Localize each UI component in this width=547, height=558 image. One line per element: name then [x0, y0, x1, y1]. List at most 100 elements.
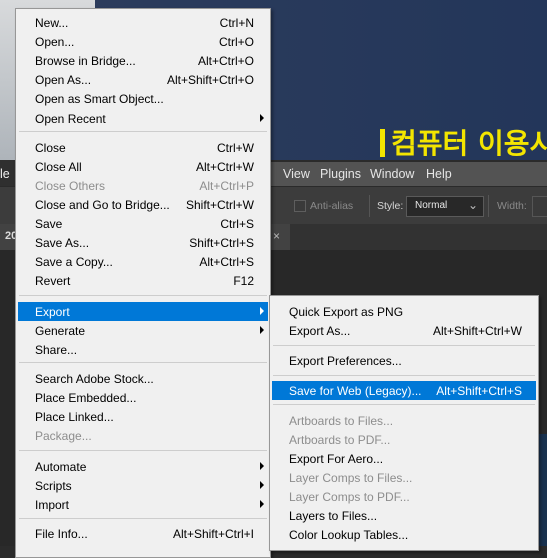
file-menu-item-label: Share... — [35, 343, 78, 357]
file-menu-item-label: Place Embedded... — [35, 391, 137, 405]
file-menu-item-label: Open As... — [35, 73, 92, 87]
file-menu-item-close-others: Close Others Alt+Ctrl+P — [18, 176, 268, 195]
file-menu-item-open-as[interactable]: Open As... Alt+Shift+Ctrl+O — [18, 70, 268, 89]
file-menu-item-label: Package... — [35, 429, 92, 443]
file-menu-item-label: Generate — [35, 324, 86, 338]
width-input[interactable] — [532, 196, 547, 217]
file-menu-item-file-info[interactable]: File Info... Alt+Shift+Ctrl+I — [18, 524, 268, 543]
file-menu-item-place-linked[interactable]: Place Linked... — [18, 407, 268, 426]
style-label: Style: — [377, 200, 404, 212]
file-menu-item-open-as-smart-object[interactable]: Open as Smart Object... — [18, 89, 268, 108]
file-menu-item-label: Automate — [35, 460, 87, 474]
file-menu-item-shortcut: Alt+Shift+Ctrl+I — [172, 527, 254, 541]
export-menu-item-export-as[interactable]: Export As... Alt+Shift+Ctrl+W — [272, 321, 536, 340]
menu-help[interactable]: Help — [426, 167, 452, 181]
export-menu-item-label: Save for Web (Legacy)... — [289, 384, 422, 398]
file-menu-item-label: New... — [35, 16, 69, 30]
file-menu-item-automate[interactable]: Automate — [18, 457, 268, 476]
export-menu-item-label: Layers to Files... — [289, 509, 378, 523]
options-divider — [369, 195, 370, 217]
export-menu-item-layers-to-files[interactable]: Layers to Files... — [272, 506, 536, 525]
file-menu-item-save-a-copy[interactable]: Save a Copy... Alt+Ctrl+S — [18, 252, 268, 271]
file-menu-item-label: Search Adobe Stock... — [35, 372, 154, 386]
file-menu-item-save[interactable]: Save Ctrl+S — [18, 214, 268, 233]
export-menu-item-color-lookup-tables[interactable]: Color Lookup Tables... — [272, 525, 536, 544]
file-menu-item-close-all[interactable]: Close All Alt+Ctrl+W — [18, 157, 268, 176]
export-menu-item-label: Artboards to Files... — [289, 414, 394, 428]
export-menu-item-quick-export-as-png[interactable]: Quick Export as PNG — [272, 302, 536, 321]
file-menu-item-shortcut: Shift+Ctrl+S — [189, 236, 254, 250]
menu-separator — [273, 404, 535, 405]
file-menu-item-close-and-go-to-bridge[interactable]: Close and Go to Bridge... Shift+Ctrl+W — [18, 195, 268, 214]
export-menu-item-label: Export Preferences... — [289, 354, 402, 368]
export-menu-item-export-preferences[interactable]: Export Preferences... — [272, 351, 536, 370]
chevron-down-icon: ⌄ — [467, 198, 478, 212]
file-menu: New... Ctrl+N Open... Ctrl+O Browse in Bridg… — [15, 8, 271, 558]
close-tab-icon[interactable]: × — [273, 229, 280, 243]
file-menu-item-package: Package... — [18, 426, 268, 445]
file-menu-item-place-embedded[interactable]: Place Embedded... — [18, 388, 268, 407]
file-menu-item-shortcut: Shift+Ctrl+W — [185, 198, 254, 212]
file-menu-item-generate[interactable]: Generate — [18, 321, 268, 340]
submenu-arrow-icon — [260, 307, 264, 315]
options-divider-2 — [488, 195, 489, 217]
file-menu-item-label: Close — [35, 141, 66, 155]
anti-alias-checkbox[interactable] — [294, 200, 306, 212]
file-menu-item-label: Place Linked... — [35, 410, 114, 424]
file-menu-item-label: Open Recent — [35, 112, 106, 126]
file-menu-item-open-recent[interactable]: Open Recent — [18, 109, 268, 128]
menu-plugins[interactable]: Plugins — [320, 167, 361, 181]
submenu-arrow-icon — [260, 500, 264, 508]
file-menu-item-label: Open... — [35, 35, 75, 49]
file-menu-item-open[interactable]: Open... Ctrl+O — [18, 32, 268, 51]
file-menu-item-shortcut: Alt+Ctrl+W — [195, 160, 254, 174]
export-menu-item-export-for-aero[interactable]: Export For Aero... — [272, 449, 536, 468]
file-menu-item-shortcut: Alt+Shift+Ctrl+O — [166, 73, 254, 87]
file-menu-item-label: Scripts — [35, 479, 72, 493]
style-select[interactable]: Normal ⌄ — [406, 196, 484, 217]
file-menu-item-shortcut: Ctrl+W — [217, 141, 254, 155]
file-menu-item-close[interactable]: Close Ctrl+W — [18, 138, 268, 157]
export-menu-item-label: Export As... — [289, 324, 351, 338]
file-menu-item-new[interactable]: New... Ctrl+N — [18, 13, 268, 32]
menu-window[interactable]: Window — [370, 167, 414, 181]
export-menu-item-label: Layer Comps to Files... — [289, 471, 413, 485]
width-label: Width: — [497, 200, 527, 212]
file-menu-item-browse-in-bridge[interactable]: Browse in Bridge... Alt+Ctrl+O — [18, 51, 268, 70]
file-menu-item-export[interactable]: Export — [18, 302, 268, 321]
file-menu-item-revert[interactable]: Revert F12 — [18, 271, 268, 290]
file-menu-item-scripts[interactable]: Scripts — [18, 476, 268, 495]
file-menu-item-shortcut: Ctrl+N — [219, 16, 254, 30]
anti-alias-label: Anti-alias — [310, 200, 354, 212]
file-menu-item-shortcut: F12 — [233, 274, 254, 288]
menu-separator — [19, 131, 267, 132]
export-menu-item-shortcut: Alt+Shift+Ctrl+S — [436, 384, 522, 398]
banner-text: 컴퓨터 이용시 — [380, 122, 547, 162]
file-menu-item-label: Import — [35, 498, 70, 512]
submenu-arrow-icon — [260, 114, 264, 122]
file-menu-item-search-adobe-stock[interactable]: Search Adobe Stock... — [18, 369, 268, 388]
export-menu-item-save-for-web-legacy[interactable]: Save for Web (Legacy)... Alt+Shift+Ctrl+S — [272, 381, 536, 400]
file-menu-item-share[interactable]: Share... — [18, 340, 268, 359]
file-menu-item-label: Open as Smart Object... — [35, 92, 164, 106]
export-menu-item-artboards-to-files: Artboards to Files... — [272, 411, 536, 430]
file-menu-item-save-as[interactable]: Save As... Shift+Ctrl+S — [18, 233, 268, 252]
export-menu-item-label: Color Lookup Tables... — [289, 528, 409, 542]
file-menu-item-shortcut: Ctrl+O — [218, 35, 254, 49]
export-menu-item-label: Export For Aero... — [289, 452, 384, 466]
export-menu-item-layer-comps-to-pdf: Layer Comps to PDF... — [272, 487, 536, 506]
menu-separator — [19, 362, 267, 363]
file-menu-item-shortcut: Alt+Ctrl+O — [197, 54, 254, 68]
export-menu-item-label: Layer Comps to PDF... — [289, 490, 410, 504]
export-submenu: Quick Export as PNG Export As... Alt+Shift… — [269, 295, 539, 551]
file-menu-item-label: Close and Go to Bridge... — [35, 198, 170, 212]
style-select-value: Normal — [415, 200, 448, 211]
file-menu-item-label: Browse in Bridge... — [35, 54, 136, 68]
file-menu-item-import[interactable]: Import — [18, 495, 268, 514]
menu-view[interactable]: View — [283, 167, 310, 181]
menu-file-partial[interactable]: le — [0, 167, 10, 181]
export-menu-item-layer-comps-to-files: Layer Comps to Files... — [272, 468, 536, 487]
menu-separator — [273, 375, 535, 376]
menu-separator — [19, 295, 267, 296]
export-menu-item-label: Quick Export as PNG — [289, 305, 404, 319]
